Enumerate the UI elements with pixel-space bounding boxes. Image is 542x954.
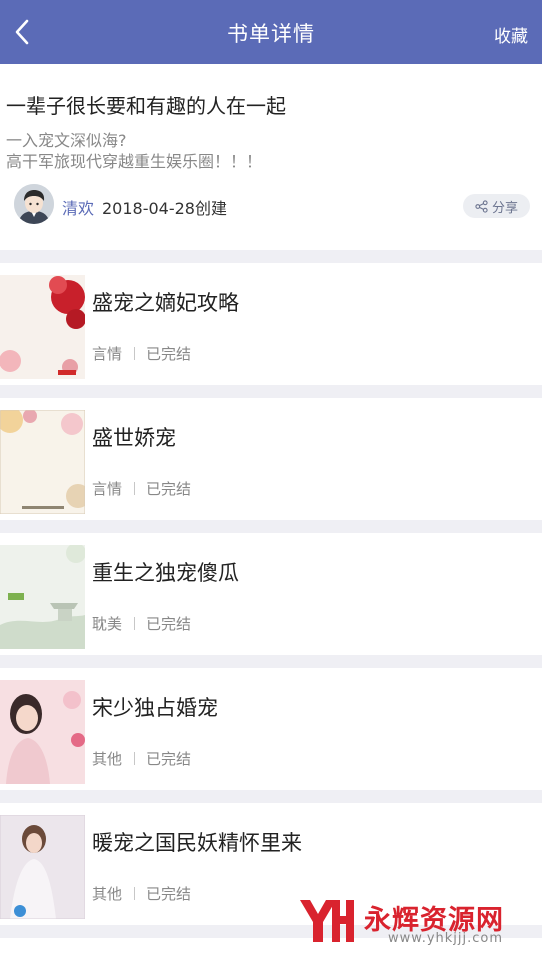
favorite-button[interactable]: 收藏 [494,22,528,47]
book-title[interactable]: 盛世娇宠 [92,422,176,452]
book-title[interactable]: 宋少独占婚宠 [92,692,218,722]
app-header: 书单详情 收藏 [0,0,542,64]
book-genre: 耽美 [92,615,123,633]
meta-divider [134,887,136,900]
page-title: 书单详情 [227,22,315,46]
booklist-info: 一辈子很长要和有趣的人在一起 一入宠文深似海? 高干军旅现代穿越重生娱乐圈！！！… [0,64,542,250]
book-genre: 其他 [92,750,123,768]
book-cover[interactable] [0,680,85,784]
description-line: 高干军旅现代穿越重生娱乐圈！！！ [6,152,263,171]
watermark-url: www.yhkjjj.com [388,931,504,946]
booklist-description: 一入宠文深似海? 高干军旅现代穿越重生娱乐圈！！！ [6,130,262,172]
book-genre: 其他 [92,885,123,903]
book-title[interactable]: 暖宠之国民妖精怀里来 [92,827,302,857]
book-meta: 言情 已完结 [92,478,191,499]
book-cover[interactable] [0,545,85,649]
book-meta: 其他 已完结 [92,883,191,904]
book-meta: 其他 已完结 [92,748,191,769]
meta-divider [134,347,136,360]
book-cover[interactable] [0,275,85,379]
book-item[interactable]: 宋少独占婚宠 其他 已完结 [0,668,542,790]
book-genre: 言情 [92,480,123,498]
meta-divider [134,617,136,630]
booklist-title: 一辈子很长要和有趣的人在一起 [6,94,286,118]
meta-divider [134,482,136,495]
author-name[interactable]: 清欢 [62,195,94,219]
book-status: 已完结 [146,885,192,903]
book-item[interactable]: 重生之独宠傻瓜 耽美 已完结 [0,533,542,655]
watermark: 永辉资源网 www.yhkjjj.com [296,890,542,954]
share-icon [475,199,488,213]
description-line: 一入宠文深似海? [6,131,127,150]
book-status: 已完结 [146,345,192,363]
book-status: 已完结 [146,480,192,498]
book-status: 已完结 [146,615,192,633]
watermark-logo-icon [300,900,354,942]
share-label: 分享 [491,200,518,216]
created-date: 2018-04-28创建 [102,199,227,218]
share-button[interactable]: 分享 [462,194,530,218]
book-status: 已完结 [146,750,192,768]
book-cover[interactable] [0,815,85,919]
book-meta: 言情 已完结 [92,343,191,364]
user-avatar-icon [14,184,54,224]
avatar[interactable] [14,184,54,224]
book-item[interactable]: 盛宠之嫡妃攻略 言情 已完结 [0,263,542,385]
book-item[interactable]: 盛世娇宠 言情 已完结 [0,398,542,520]
book-meta: 耽美 已完结 [92,613,191,634]
book-title[interactable]: 重生之独宠傻瓜 [92,557,239,587]
book-title[interactable]: 盛宠之嫡妃攻略 [92,287,239,317]
meta-divider [134,752,136,765]
book-genre: 言情 [92,345,123,363]
book-cover[interactable] [0,410,85,514]
